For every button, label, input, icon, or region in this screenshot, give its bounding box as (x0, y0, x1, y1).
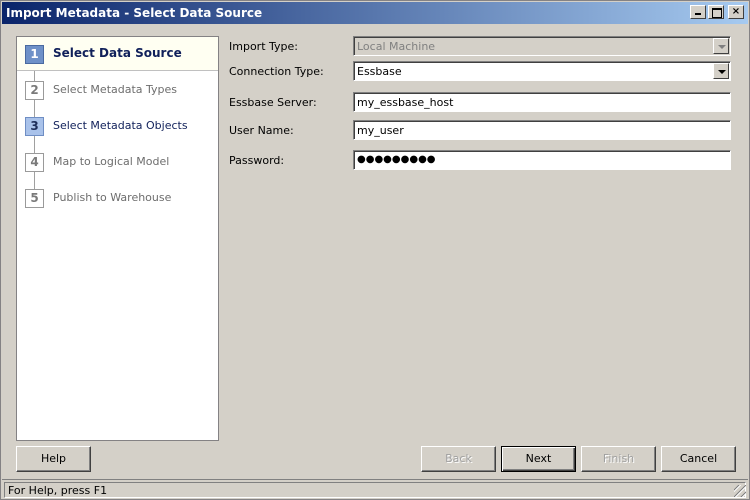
title-bar[interactable]: Import Metadata - Select Data Source × (2, 2, 748, 24)
chevron-down-icon (713, 38, 729, 54)
maximize-icon[interactable] (708, 5, 724, 19)
step-label: Select Data Source (53, 46, 182, 60)
window-controls: × (690, 5, 744, 19)
connection-type-label: Connection Type: (229, 65, 324, 78)
step-map-to-logical-model[interactable]: 4 Map to Logical Model (17, 145, 218, 179)
step-select-metadata-objects[interactable]: 3 Select Metadata Objects (17, 109, 218, 143)
back-button[interactable]: Back (421, 446, 496, 472)
import-type-select: Local Machine (353, 36, 731, 56)
user-name-label: User Name: (229, 124, 294, 137)
cancel-button[interactable]: Cancel (661, 446, 736, 472)
connection-type-value: Essbase (357, 65, 402, 78)
user-name-value: my_user (357, 124, 404, 137)
step-number: 5 (25, 189, 44, 208)
connection-type-select[interactable]: Essbase (353, 61, 731, 81)
chevron-down-icon[interactable] (713, 63, 729, 79)
step-label: Select Metadata Types (53, 83, 178, 96)
password-value: ●●●●●●●●● (357, 154, 436, 165)
step-label: Map to Logical Model (53, 155, 170, 168)
resize-grip-icon[interactable] (734, 485, 746, 497)
essbase-server-input[interactable]: my_essbase_host (353, 92, 731, 112)
status-bar: For Help, press F1 (2, 479, 748, 499)
essbase-server-value: my_essbase_host (357, 96, 454, 109)
step-publish-to-warehouse[interactable]: 5 Publish to Warehouse (17, 181, 218, 215)
finish-button[interactable]: Finish (581, 446, 656, 472)
step-number: 4 (25, 153, 44, 172)
step-number: 3 (25, 117, 44, 136)
wizard-steps-panel: 1 Select Data Source 2 Select Metadata T… (16, 36, 219, 441)
next-button[interactable]: Next (501, 446, 576, 472)
import-type-value: Local Machine (357, 40, 436, 53)
help-button[interactable]: Help (16, 446, 91, 472)
minimize-icon[interactable] (690, 5, 706, 19)
essbase-server-label: Essbase Server: (229, 96, 317, 109)
step-select-data-source[interactable]: 1 Select Data Source (17, 37, 218, 71)
step-select-metadata-types[interactable]: 2 Select Metadata Types (17, 73, 218, 107)
step-number: 2 (25, 81, 44, 100)
step-number: 1 (25, 45, 44, 64)
password-input[interactable]: ●●●●●●●●● (353, 150, 731, 170)
user-name-input[interactable]: my_user (353, 120, 731, 140)
import-metadata-dialog: Import Metadata - Select Data Source × 1… (0, 0, 750, 500)
import-type-label: Import Type: (229, 40, 298, 53)
step-label: Select Metadata Objects (53, 119, 188, 132)
password-label: Password: (229, 154, 285, 167)
step-label: Publish to Warehouse (53, 191, 172, 204)
close-icon[interactable]: × (728, 5, 744, 19)
window-title: Import Metadata - Select Data Source (6, 6, 263, 20)
status-text: For Help, press F1 (4, 482, 746, 498)
